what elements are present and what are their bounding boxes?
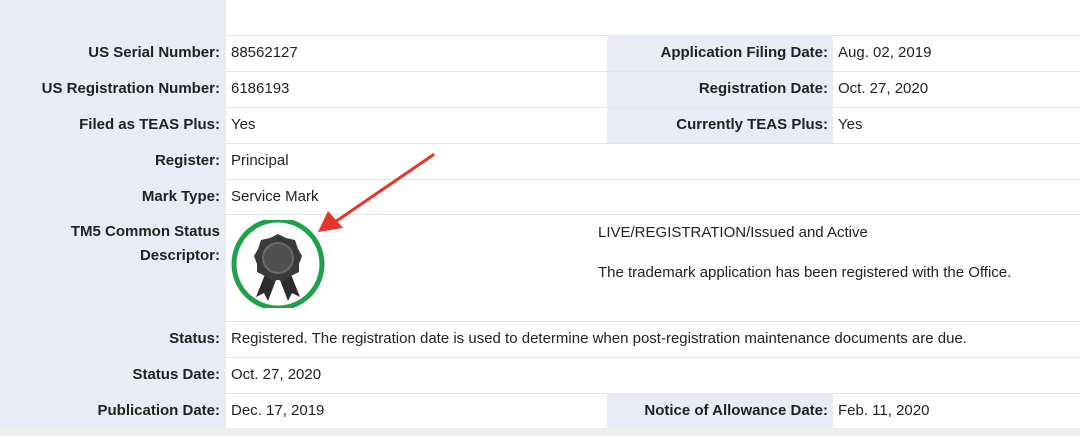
serial-number-label: US Serial Number: (88, 44, 220, 61)
registration-number-label: US Registration Number: (41, 80, 220, 97)
row-divider (226, 71, 1080, 72)
status-date-label: Status Date: (132, 366, 220, 383)
tm5-label-line2: Descriptor: (139, 247, 220, 264)
registration-number-value: 6186193 (231, 80, 290, 97)
register-label: Register: (154, 152, 220, 169)
bottom-scroll-area (0, 428, 1080, 436)
row-divider (226, 214, 1080, 215)
serial-number-value: 88562127 (231, 44, 298, 61)
status-value: Registered. The registration date is use… (231, 330, 967, 347)
row-divider (226, 179, 1080, 180)
row-divider (226, 321, 1080, 322)
register-value: Principal (231, 152, 289, 169)
registered-ribbon-badge-icon (230, 217, 326, 312)
allowance-date-label: Notice of Allowance Date: (644, 402, 828, 419)
filed-teas-plus-value: Yes (231, 116, 256, 133)
filing-date-value: Aug. 02, 2019 (838, 44, 932, 61)
tm5-descriptor-label: TM5 Common Status Descriptor: (0, 220, 220, 268)
tm5-status-title: LIVE/REGISTRATION/Issued and Active (598, 224, 868, 241)
currently-teas-plus-label: Currently TEAS Plus: (676, 116, 828, 133)
currently-teas-plus-value: Yes (838, 116, 863, 133)
filed-teas-plus-label: Filed as TEAS Plus: (79, 116, 220, 133)
filing-date-label: Application Filing Date: (660, 44, 829, 61)
tm5-label-line1: TM5 Common Status (70, 223, 220, 240)
tm5-status-text: The trademark application has been regis… (598, 264, 1012, 281)
row-divider (226, 107, 1080, 108)
status-label: Status: (169, 330, 220, 347)
allowance-date-value: Feb. 11, 2020 (838, 402, 930, 419)
row-divider (226, 35, 1080, 36)
registration-date-label: Registration Date: (698, 80, 828, 97)
row-divider (226, 393, 1080, 394)
status-date-value: Oct. 27, 2020 (231, 366, 322, 383)
mark-type-value: Service Mark (231, 188, 319, 205)
publication-date-value: Dec. 17, 2019 (231, 402, 325, 419)
mark-type-label: Mark Type: (141, 188, 220, 205)
row-divider (226, 143, 1080, 144)
registration-date-value: Oct. 27, 2020 (838, 80, 929, 97)
label-column-background (0, 0, 226, 428)
publication-date-label: Publication Date: (97, 402, 220, 419)
row-divider (226, 357, 1080, 358)
